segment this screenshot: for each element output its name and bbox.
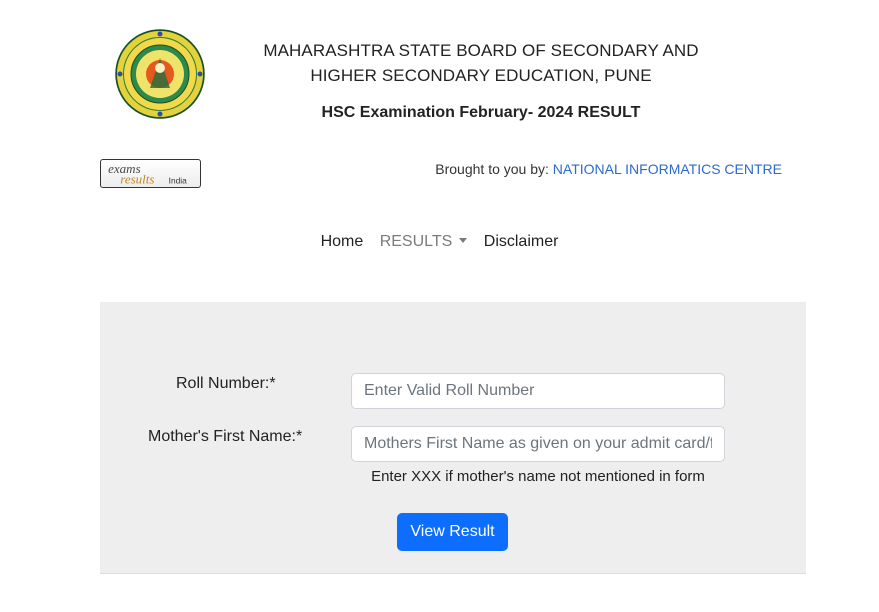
caret-down-icon (459, 238, 468, 243)
logo-text-bottom: results (120, 171, 154, 186)
mother-name-label: Mother's First Name:* (148, 428, 303, 445)
brought-to-you-by: Brought to you by: NATIONAL INFORMATICS … (400, 161, 782, 177)
main-nav: Home RESULTS Disclaimer (0, 233, 879, 251)
exams-results-logo[interactable]: exams results India (100, 159, 201, 188)
brought-prefix: Brought to you by: (435, 161, 549, 177)
board-name-line-2: HIGHER SECONDARY EDUCATION, PUNE (310, 66, 652, 85)
nav-results-label: RESULTS (379, 233, 453, 250)
roll-number-input[interactable] (351, 373, 725, 409)
roll-number-label: Roll Number:* (176, 375, 276, 392)
mother-name-hint: Enter XXX if mother's name not mentioned… (371, 468, 705, 485)
logo-text-small: India (169, 175, 187, 185)
nav-home-link[interactable]: Home (321, 233, 364, 251)
nav-disclaimer-link[interactable]: Disclaimer (484, 233, 559, 251)
nav-results-dropdown[interactable]: RESULTS (380, 233, 468, 251)
nic-link[interactable]: NATIONAL INFORMATICS CENTRE (553, 161, 782, 177)
mother-name-input[interactable] (351, 426, 725, 462)
exam-title: HSC Examination February- 2024 RESULT (321, 104, 641, 121)
board-seal-logo (115, 29, 205, 119)
view-result-button[interactable]: View Result (397, 513, 508, 551)
board-name-line-1: MAHARASHTRA STATE BOARD OF SECONDARY AND (263, 41, 699, 60)
